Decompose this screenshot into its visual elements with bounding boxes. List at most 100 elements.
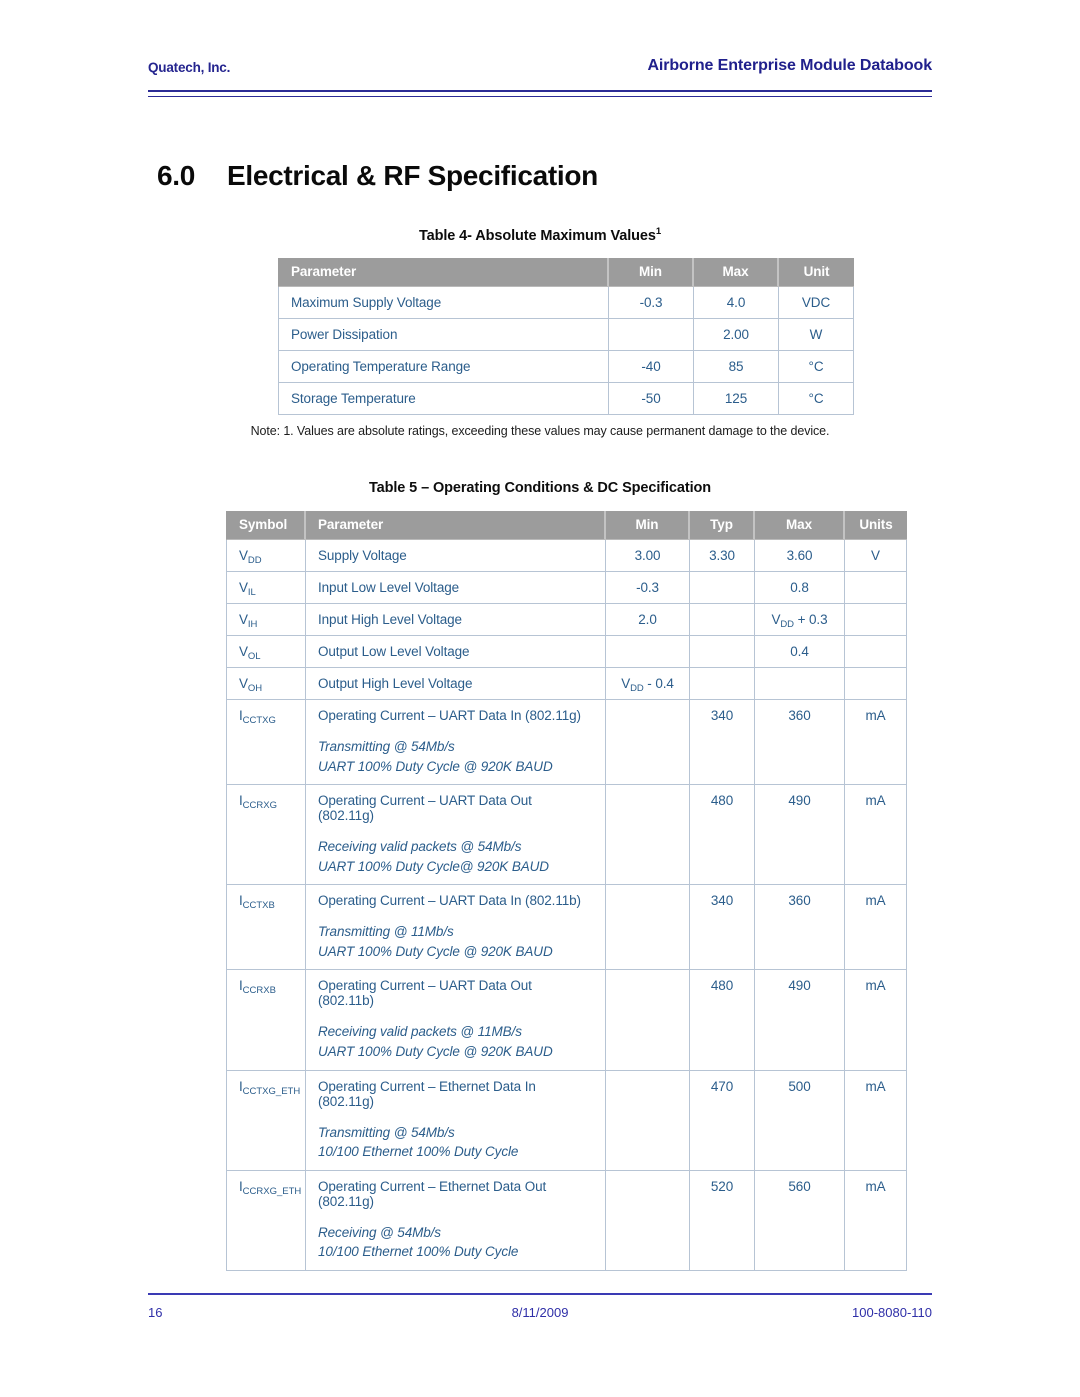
- parameter-line: Input High Level Voltage: [318, 612, 462, 627]
- table5-col-units: Units: [845, 511, 907, 540]
- table5-cell-min: [606, 885, 690, 971]
- symbol-subscript: CCTXG: [242, 715, 276, 726]
- condition-line: UART 100% Duty Cycle @ 920K BAUD: [318, 943, 553, 959]
- table5-cell-symbol: ICCRXG: [226, 785, 306, 886]
- table4-col-min: Min: [609, 258, 694, 287]
- table5-cell-units: mA: [845, 785, 907, 886]
- value-subscript: DD: [780, 619, 794, 630]
- table5-cell-typ: [690, 668, 755, 700]
- table5-cell-parameter: Operating Current – UART Data Out (802.11…: [306, 785, 606, 886]
- symbol-glyph: ICCRXB: [239, 978, 276, 997]
- table5-cell-symbol: ICCRXG_ETH: [226, 1170, 306, 1271]
- symbol-glyph: ICCRXG_ETH: [239, 1178, 302, 1197]
- table5-cell-typ: 480: [690, 785, 755, 886]
- table-row: Operating Temperature Range -40 85 °C: [278, 351, 854, 383]
- table5-cell-max: 490: [755, 970, 845, 1071]
- table5-cell-parameter: Input High Level Voltage: [306, 604, 606, 636]
- table5-cell-max: 360: [755, 700, 845, 786]
- table-row: VIH Input High Level Voltage 2.0 VDD + 0.3: [226, 604, 907, 636]
- parameter-condition-note: Receiving valid packets @ 54Mb/s UART 100…: [318, 837, 595, 876]
- table4-caption-text: Table 4- Absolute Maximum Values: [418, 227, 656, 244]
- parameter-line: Output Low Level Voltage: [318, 644, 470, 659]
- symbol-subscript: CCTXB: [242, 900, 275, 912]
- parameter-line: Operating Current – UART Data In (802.11…: [318, 893, 581, 909]
- table5-cell-symbol: VDD: [226, 540, 306, 572]
- table5-cell-symbol: ICCTXG: [226, 700, 306, 786]
- symbol-subscript: IL: [247, 587, 256, 598]
- table5-cell-units: [845, 572, 907, 604]
- table4-cell-max: 125: [694, 383, 779, 415]
- table5-caption: Table 5 – Operating Conditions & DC Spec…: [368, 480, 712, 496]
- table5-cell-min: -0.3: [606, 572, 690, 604]
- table4-cell-parameter: Storage Temperature: [278, 383, 609, 415]
- table5-col-symbol: Symbol: [226, 511, 306, 540]
- table5-col-min: Min: [606, 511, 690, 540]
- operating-conditions-dc-specification-table: Symbol Parameter Min Typ Max Units VDD Su…: [226, 511, 907, 1271]
- parameter-condition-note: Transmitting @ 54Mb/s UART 100% Duty Cycl…: [318, 737, 595, 776]
- table5-cell-parameter: Operating Current – UART Data In (802.11…: [306, 700, 606, 786]
- table-row: ICCRXG Operating Current – UART Data Out(…: [226, 785, 907, 886]
- table5-cell-typ: [690, 604, 755, 636]
- table5-cell-parameter: Output High Level Voltage: [306, 668, 606, 700]
- table4-cell-unit: W: [779, 319, 854, 351]
- table4-caption-footnote-marker: 1: [655, 226, 662, 237]
- parameter-line: Operating Current – UART Data Out: [318, 978, 532, 994]
- symbol-glyph: ICCTXG_ETH: [239, 1078, 301, 1097]
- parameter-condition-note: Receiving @ 54Mb/s 10/100 Ethernet 100% D…: [318, 1223, 595, 1262]
- parameter-line: (802.11g): [318, 1093, 374, 1109]
- table5-cell-symbol: ICCRXB: [226, 970, 306, 1071]
- table5-cell-typ: 340: [690, 700, 755, 786]
- table4-cell-parameter: Maximum Supply Voltage: [278, 287, 609, 319]
- parameter-line: Input Low Level Voltage: [318, 580, 460, 595]
- symbol-subscript: CCRXG_ETH: [242, 1185, 302, 1197]
- parameter-line: Output High Level Voltage: [318, 676, 473, 691]
- table5-cell-max: 3.60: [755, 540, 845, 572]
- symbol-subscript: IH: [247, 619, 258, 630]
- absolute-maximum-values-table: Parameter Min Max Unit Maximum Supply Vo…: [278, 258, 854, 415]
- table5-cell-units: [845, 604, 907, 636]
- table-row: Maximum Supply Voltage -0.3 4.0 VDC: [278, 287, 854, 319]
- table5-cell-typ: 3.30: [690, 540, 755, 572]
- table5-cell-max: 360: [755, 885, 845, 971]
- table-row: VOL Output Low Level Voltage 0.4: [226, 636, 907, 668]
- header-document-title: Airborne Enterprise Module Databook: [647, 57, 932, 74]
- table5-cell-typ: 470: [690, 1070, 755, 1171]
- condition-line: Transmitting @ 54Mb/s: [318, 739, 455, 754]
- table5-cell-parameter: Operating Current – Ethernet Data In (802…: [306, 1070, 606, 1171]
- table5-cell-parameter: Operating Current – UART Data In (802.11…: [306, 885, 606, 971]
- parameter-line: Supply Voltage: [318, 548, 407, 563]
- table-row: ICCTXG_ETH Operating Current – Ethernet D…: [226, 1070, 907, 1171]
- table-row: Power Dissipation 2.00 W: [278, 319, 854, 351]
- page-title: 6.0 Electrical & RF Specification: [157, 160, 598, 192]
- table4-footnote: Note: 1. Values are absolute ratings, ex…: [250, 424, 830, 438]
- symbol-subscript: CCRXB: [242, 985, 276, 997]
- table-row: ICCTXB Operating Current – UART Data In (…: [226, 885, 907, 971]
- table-row: VIL Input Low Level Voltage -0.3 0.8: [226, 572, 907, 604]
- table4-cell-min: -40: [609, 351, 694, 383]
- table5-col-parameter: Parameter: [306, 511, 606, 540]
- table5-cell-units: mA: [845, 1070, 907, 1171]
- condition-line: 10/100 Ethernet 100% Duty Cycle: [318, 1144, 519, 1160]
- table5-col-typ: Typ: [690, 511, 755, 540]
- symbol-glyph: VOL: [239, 644, 261, 662]
- symbol-glyph: VOH: [239, 676, 263, 694]
- condition-line: UART 100% Duty Cycle @ 920K BAUD: [318, 758, 553, 774]
- table4-col-parameter: Parameter: [278, 258, 609, 287]
- table5-cell-units: mA: [845, 1170, 907, 1271]
- parameter-line: (802.11g): [318, 1193, 374, 1209]
- symbol-subscript: OH: [247, 683, 263, 694]
- table5-cell-min: 3.00: [606, 540, 690, 572]
- table5-cell-parameter: Operating Current – UART Data Out (802.11…: [306, 970, 606, 1071]
- table5-cell-max: 0.4: [755, 636, 845, 668]
- condition-line: UART 100% Duty Cycle@ 920K BAUD: [318, 858, 549, 874]
- parameter-line: Operating Current – UART Data Out: [318, 793, 532, 809]
- table5-cell-typ: [690, 572, 755, 604]
- table5-cell-symbol: ICCTXG_ETH: [226, 1070, 306, 1171]
- table5-cell-min: [606, 636, 690, 668]
- table-row: ICCRXB Operating Current – UART Data Out(…: [226, 970, 907, 1071]
- table4-header-row: Parameter Min Max Unit: [278, 258, 854, 287]
- table5-cell-symbol: ICCTXB: [226, 885, 306, 971]
- condition-line: Receiving valid packets @ 54Mb/s: [318, 839, 522, 855]
- symbol-glyph: VDD: [239, 548, 262, 566]
- table-row: ICCTXG Operating Current – UART Data In (…: [226, 700, 907, 786]
